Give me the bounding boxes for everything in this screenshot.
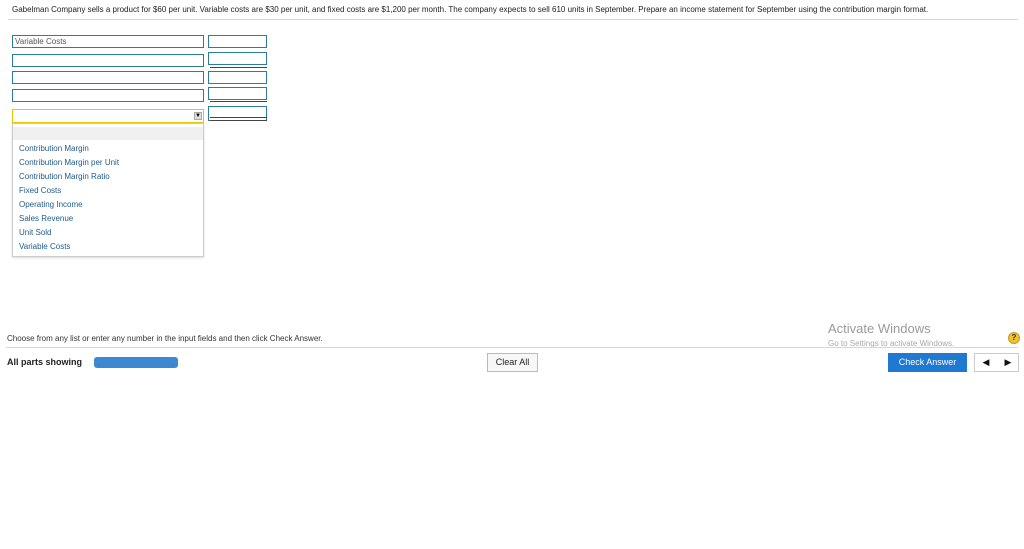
dropdown-option[interactable]: Contribution Margin Ratio <box>19 172 110 181</box>
next-part-icon[interactable]: ▶ <box>997 354 1019 371</box>
dropdown-option[interactable]: Fixed Costs <box>19 186 61 195</box>
check-answer-button[interactable]: Check Answer <box>888 353 967 372</box>
statement-row-4-amount[interactable] <box>208 87 267 100</box>
total-double-underline-top <box>210 117 267 118</box>
help-icon[interactable]: ? <box>1008 332 1020 344</box>
dropdown-option[interactable]: Variable Costs <box>19 242 70 251</box>
problem-statement: Gabelman Company sells a product for $60… <box>12 5 929 14</box>
footer-divider <box>6 347 1018 348</box>
top-divider <box>8 19 1018 20</box>
statement-row-4-label[interactable] <box>12 89 204 102</box>
statement-row-1-amount[interactable] <box>208 35 267 48</box>
statement-row-5-select[interactable]: ▼ <box>12 109 204 123</box>
statement-row-1-label-value: Variable Costs <box>15 37 67 46</box>
statement-row-2-label[interactable] <box>12 54 204 67</box>
dropdown-option[interactable]: Sales Revenue <box>19 214 73 223</box>
dropdown-option[interactable]: Contribution Margin per Unit <box>19 158 119 167</box>
parts-showing-label: All parts showing <box>7 357 83 367</box>
dropdown-option[interactable]: Contribution Margin <box>19 144 89 153</box>
instruction-text: Choose from any list or enter any number… <box>7 334 323 343</box>
subtotal-underline <box>210 67 267 68</box>
statement-row-2-amount[interactable] <box>208 52 267 65</box>
parts-progress-bar <box>94 357 178 368</box>
clear-all-button[interactable]: Clear All <box>487 353 538 372</box>
previous-part-icon[interactable]: ◀ <box>975 354 997 371</box>
statement-row-5-amount[interactable] <box>208 106 267 121</box>
statement-row-1-label[interactable]: Variable Costs <box>12 35 204 48</box>
dropdown-list: Contribution Margin Contribution Margin … <box>12 123 204 257</box>
dropdown-option[interactable]: Operating Income <box>19 200 83 209</box>
total-double-underline-bottom <box>210 120 267 121</box>
dropdown-option[interactable]: Unit Sold <box>19 228 51 237</box>
subtotal-underline <box>210 101 267 102</box>
part-navigation: ◀ ▶ <box>974 353 1019 372</box>
statement-row-3-amount[interactable] <box>208 71 267 84</box>
dropdown-arrow-icon[interactable]: ▼ <box>194 112 202 120</box>
activate-windows-title: Activate Windows <box>828 321 931 336</box>
dropdown-option-blank[interactable] <box>13 127 203 140</box>
statement-row-3-label[interactable] <box>12 71 204 84</box>
